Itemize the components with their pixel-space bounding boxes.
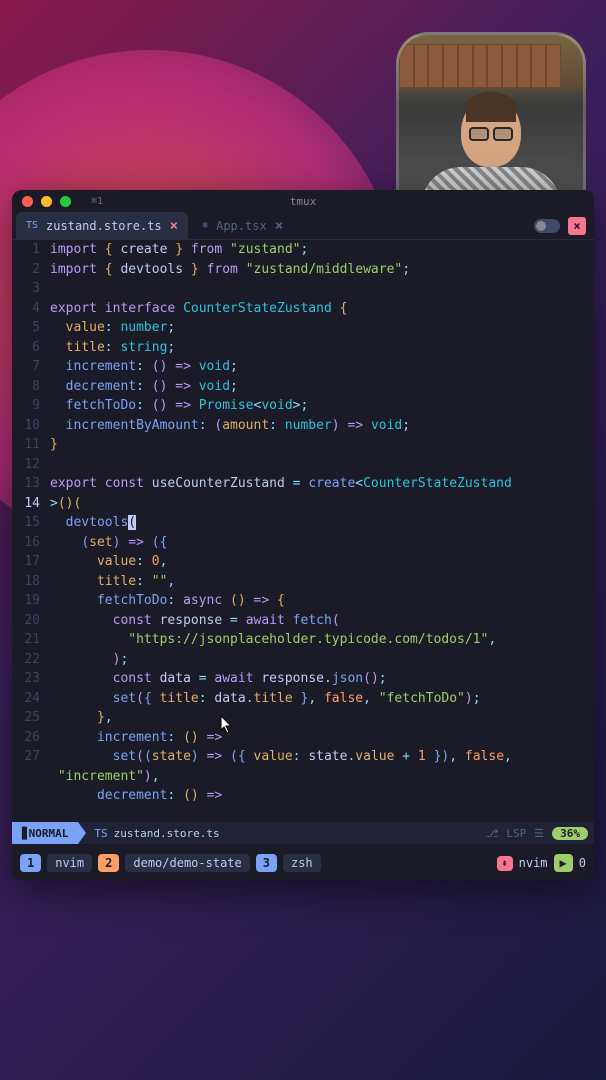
maximize-window-icon[interactable]: [60, 196, 71, 207]
toggle-switch[interactable]: [534, 219, 560, 233]
tmux-window-1[interactable]: 1: [20, 854, 41, 872]
status-filename: TS zustand.store.ts: [78, 827, 227, 840]
tmux-session-name: nvim: [519, 856, 548, 870]
tab-label: zustand.store.ts: [46, 219, 162, 233]
tmux-right-num: 0: [579, 856, 586, 870]
close-window-icon[interactable]: [22, 196, 33, 207]
tmux-window-2-label[interactable]: demo/demo-state: [125, 854, 249, 872]
tmux-indicator-icon: ▶: [554, 854, 573, 872]
tmux-window-2[interactable]: 2: [98, 854, 119, 872]
git-branch-icon: ⎇: [486, 827, 499, 840]
close-tab-icon[interactable]: ×: [275, 218, 283, 234]
window-title: tmux: [290, 195, 317, 208]
close-tab-icon[interactable]: ×: [170, 218, 178, 234]
tmux-window-1-label[interactable]: nvim: [47, 854, 92, 872]
terminal-window: ⌘1 tmux TS zustand.store.ts × ⚛ App.tsx …: [12, 190, 594, 880]
minimize-window-icon[interactable]: [41, 196, 52, 207]
scroll-percent: 36%: [552, 827, 588, 840]
status-bar: ▊ NORMAL TS zustand.store.ts ⎇ LSP ☰ 36%: [12, 822, 594, 844]
typescript-icon: TS: [26, 220, 38, 231]
close-panel-button[interactable]: ×: [568, 217, 586, 235]
tab-bar: TS zustand.store.ts × ⚛ App.tsx × ×: [12, 212, 594, 240]
tmux-status-bar: 1 nvim 2 demo/demo-state 3 zsh ⇞ nvim ▶ …: [12, 846, 594, 880]
tab-zustand-store[interactable]: TS zustand.store.ts ×: [16, 212, 188, 239]
code-content[interactable]: import { create } from "zustand"; import…: [50, 240, 594, 806]
typescript-icon: TS: [94, 827, 107, 840]
tab-app-tsx[interactable]: ⚛ App.tsx ×: [192, 212, 293, 239]
tab-label: App.tsx: [216, 219, 267, 233]
prefix-indicator-icon: ⇞: [497, 856, 513, 871]
title-bar: ⌘1 tmux: [12, 190, 594, 212]
react-icon: ⚛: [202, 220, 208, 231]
tmux-window-3[interactable]: 3: [256, 854, 277, 872]
vim-mode-badge: ▊ NORMAL: [12, 822, 78, 844]
tmux-window-3-label[interactable]: zsh: [283, 854, 321, 872]
line-gutter: 1 2 3 4 5 6 7 8 9 10 11 12 13 14 15 16 1…: [12, 240, 50, 806]
title-left: ⌘1: [91, 196, 103, 207]
lsp-label: LSP: [506, 827, 526, 840]
code-editor[interactable]: 1 2 3 4 5 6 7 8 9 10 11 12 13 14 15 16 1…: [12, 240, 594, 806]
